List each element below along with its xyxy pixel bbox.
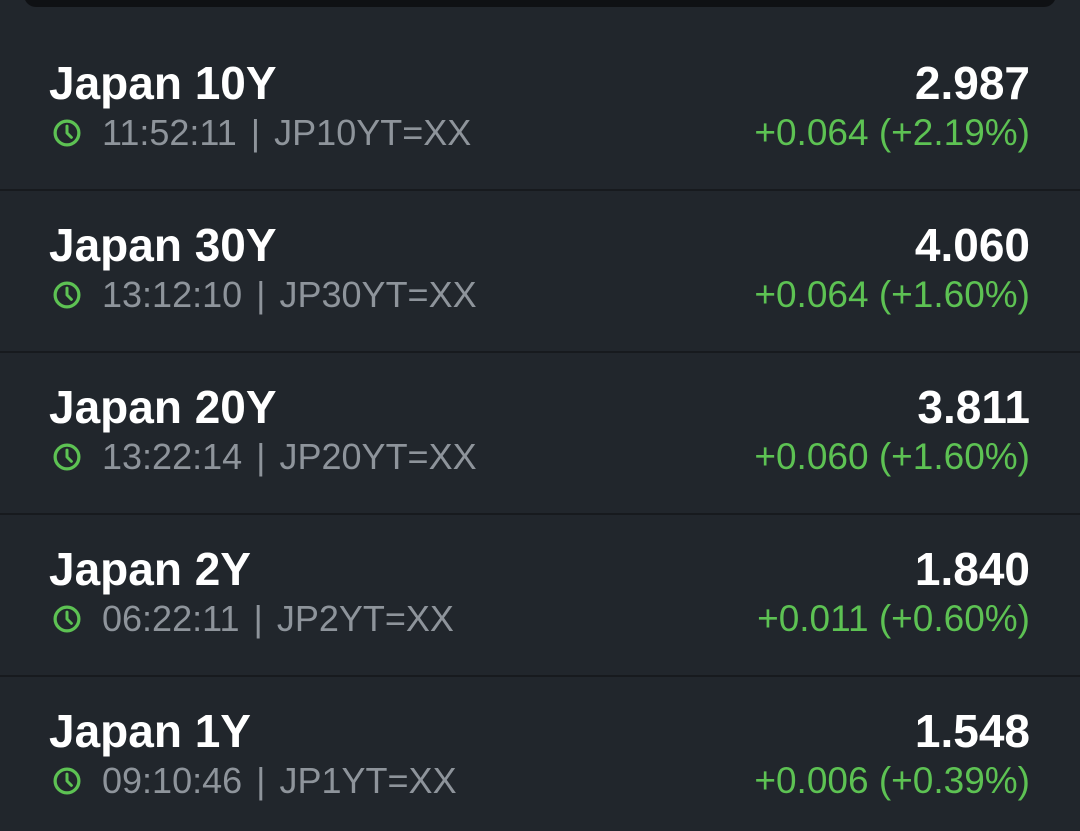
instrument-name: Japan 20Y [49, 381, 277, 433]
quote-row-japan-10y[interactable]: Japan 10Y 11:52:11 | JP10YT=XX 2.987 +0.… [0, 29, 1080, 191]
yield-change: +0.064 (+2.19%) [754, 112, 1030, 153]
quote-row-japan-1y[interactable]: Japan 1Y 09:10:46 | JP1YT=XX 1.548 +0.00… [0, 677, 1080, 831]
app-screen: Japan 10Y 11:52:11 | JP10YT=XX 2.987 +0.… [0, 0, 1080, 831]
yield-value: 4.060 [914, 219, 1030, 271]
quote-time: 09:10:46 [102, 760, 243, 801]
instrument-name: Japan 30Y [49, 219, 277, 271]
yield-value: 1.548 [914, 705, 1030, 757]
quote-row-japan-20y[interactable]: Japan 20Y 13:22:14 | JP20YT=XX 3.811 +0.… [0, 353, 1080, 515]
ticker-symbol: JP20YT=XX [279, 436, 477, 477]
quote-time: 13:22:14 [102, 436, 243, 477]
yield-change: +0.006 (+0.39%) [754, 760, 1030, 801]
clock-icon [53, 605, 81, 633]
quote-list: Japan 10Y 11:52:11 | JP10YT=XX 2.987 +0.… [0, 29, 1080, 831]
clock-icon [53, 281, 81, 309]
meta-separator: | [256, 760, 266, 801]
quote-row-japan-30y[interactable]: Japan 30Y 13:12:10 | JP30YT=XX 4.060 +0.… [0, 191, 1080, 353]
ticker-symbol: JP30YT=XX [279, 274, 477, 315]
instrument-name: Japan 10Y [49, 57, 277, 109]
clock-icon [53, 767, 81, 795]
header-card [24, 0, 1056, 7]
quote-time: 11:52:11 [102, 112, 237, 153]
quote-meta: 09:10:46 | JP1YT=XX [52, 761, 457, 801]
quote-meta: 11:52:11 | JP10YT=XX [52, 113, 471, 153]
clock-icon [53, 119, 81, 147]
meta-separator: | [256, 436, 266, 477]
instrument-name: Japan 1Y [49, 705, 251, 757]
clock-icon [53, 443, 81, 471]
instrument-name: Japan 2Y [49, 543, 251, 595]
quote-row-japan-2y[interactable]: Japan 2Y 06:22:11 | JP2YT=XX 1.840 +0.01… [0, 515, 1080, 677]
quote-meta: 06:22:11 | JP2YT=XX [52, 599, 454, 639]
quote-time: 06:22:11 [102, 598, 240, 639]
yield-change: +0.064 (+1.60%) [754, 274, 1030, 315]
quote-time: 13:12:10 [102, 274, 243, 315]
yield-change: +0.060 (+1.60%) [754, 436, 1030, 477]
meta-separator: | [256, 274, 266, 315]
ticker-symbol: JP10YT=XX [274, 112, 472, 153]
yield-value: 2.987 [914, 57, 1030, 109]
quote-meta: 13:12:10 | JP30YT=XX [52, 275, 477, 315]
meta-separator: | [250, 112, 261, 153]
ticker-symbol: JP1YT=XX [279, 760, 457, 801]
yield-value: 1.840 [914, 543, 1030, 595]
quote-meta: 13:22:14 | JP20YT=XX [52, 437, 477, 477]
yield-change: +0.011 (+0.60%) [757, 598, 1030, 639]
ticker-symbol: JP2YT=XX [276, 598, 454, 639]
meta-separator: | [253, 598, 263, 639]
yield-value: 3.811 [917, 381, 1030, 433]
